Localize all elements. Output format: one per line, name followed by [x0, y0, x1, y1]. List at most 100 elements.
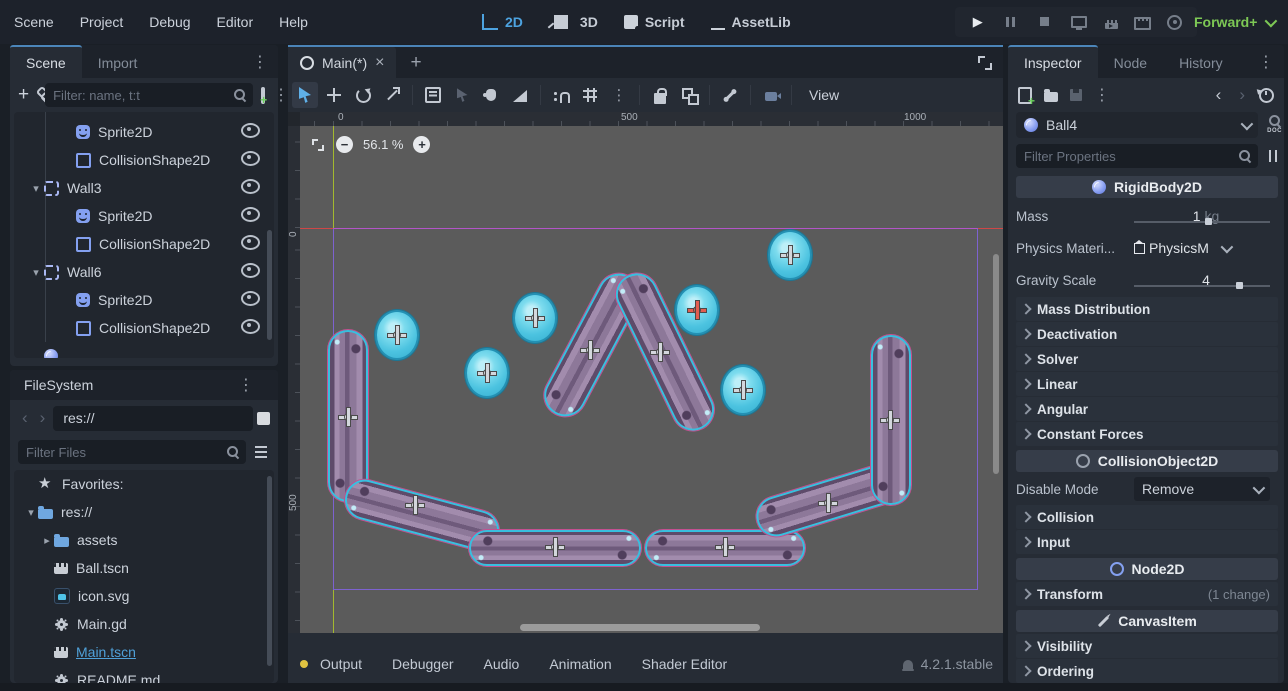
- vertical-ruler[interactable]: 0500: [288, 126, 300, 633]
- group-mass-distribution[interactable]: Mass Distribution: [1016, 297, 1278, 321]
- open-docs-button[interactable]: DOC: [1267, 114, 1282, 134]
- tree-arrow-icon[interactable]: ▾: [28, 266, 44, 279]
- 2d-viewport-canvas[interactable]: − 56.1 % +: [300, 126, 1003, 633]
- bottom-panel-shader-editor[interactable]: Shader Editor: [642, 656, 728, 672]
- bottom-panel-debugger[interactable]: Debugger: [392, 656, 454, 672]
- play-custom-scene-button[interactable]: [1134, 17, 1151, 30]
- stop-button[interactable]: [1036, 13, 1054, 31]
- tree-arrow-icon[interactable]: ▾: [28, 182, 44, 195]
- file-row-assets[interactable]: ▸assets: [14, 526, 274, 554]
- camera-tool-button[interactable]: [758, 82, 784, 108]
- group-linear[interactable]: Linear: [1016, 372, 1278, 396]
- load-resource-button[interactable]: [1044, 92, 1058, 102]
- tree-row[interactable]: [14, 342, 274, 358]
- tree-row-sprite2d[interactable]: Sprite2D: [14, 202, 274, 230]
- slider-track[interactable]: [1134, 221, 1270, 223]
- select-tool-button[interactable]: [292, 82, 318, 108]
- new-resource-button[interactable]: [1018, 87, 1032, 104]
- visibility-eye-icon[interactable]: [241, 263, 260, 281]
- new-scene-tab-button[interactable]: +: [396, 52, 435, 74]
- center-view-icon[interactable]: [310, 137, 326, 153]
- resource-menu-button[interactable]: ⋮: [1094, 85, 1110, 105]
- zoom-out-button[interactable]: −: [336, 136, 353, 153]
- scene-tree-scrollbar[interactable]: [267, 230, 272, 340]
- remote-debug-button[interactable]: [1071, 16, 1087, 28]
- attach-script-button[interactable]: [261, 87, 265, 104]
- dots-tool-button[interactable]: ⋮: [606, 82, 632, 108]
- menu-editor[interactable]: Editor: [217, 14, 254, 30]
- snap-smart-tool-button[interactable]: [548, 82, 574, 108]
- main-screen-3d[interactable]: 3D: [549, 14, 598, 30]
- visibility-eye-icon[interactable]: [241, 235, 260, 253]
- play-scene-button[interactable]: [1105, 20, 1118, 29]
- file-row-res[interactable]: ▾res://: [14, 498, 274, 526]
- filesystem-menu-button[interactable]: ⋮: [228, 375, 264, 395]
- bottom-panel-output[interactable]: Output: [320, 656, 362, 672]
- save-resource-button[interactable]: [1070, 89, 1082, 101]
- visibility-eye-icon[interactable]: [241, 291, 260, 309]
- group-transform[interactable]: Transform(1 change): [1016, 582, 1278, 606]
- path-field[interactable]: res://: [53, 406, 253, 431]
- file-row-ball-tscn[interactable]: Ball.tscn: [14, 554, 274, 582]
- view-menu[interactable]: View: [799, 87, 849, 103]
- snap-grid-tool-button[interactable]: [577, 82, 603, 108]
- scene-filter-input[interactable]: [45, 88, 233, 103]
- pause-button[interactable]: [1002, 13, 1020, 31]
- history-back-button[interactable]: ‹: [1212, 85, 1226, 105]
- inspector-filter-input[interactable]: [1016, 149, 1238, 164]
- vertical-scrollbar[interactable]: [993, 254, 999, 474]
- slider-track[interactable]: [1134, 285, 1270, 287]
- tree-row-collisionshape2d[interactable]: CollisionShape2D: [14, 146, 274, 174]
- file-row-favorites[interactable]: ★Favorites:: [14, 470, 274, 498]
- tree-row-collisionshape2d[interactable]: CollisionShape2D: [14, 230, 274, 258]
- tab-node[interactable]: Node: [1098, 45, 1163, 78]
- tree-row-wall6[interactable]: ▾Wall6: [14, 258, 274, 286]
- filesystem-filter-input[interactable]: [18, 445, 226, 460]
- main-screen-script[interactable]: Script: [624, 14, 685, 30]
- property-value-editor[interactable]: 1kg: [1134, 208, 1278, 224]
- history-forward-button[interactable]: ›: [1235, 85, 1249, 105]
- group-tool-button[interactable]: [676, 82, 702, 108]
- close-icon[interactable]: ×: [375, 54, 384, 72]
- tab-menu-button[interactable]: ⋮: [1248, 52, 1284, 72]
- horizontal-scrollbar[interactable]: [520, 624, 760, 631]
- group-angular[interactable]: Angular: [1016, 397, 1278, 421]
- selected-move-gizmo[interactable]: [686, 299, 708, 321]
- nav-back-button[interactable]: ‹: [18, 408, 32, 428]
- visibility-eye-icon[interactable]: [241, 123, 260, 141]
- tab-scene[interactable]: Scene: [10, 45, 82, 78]
- object-history-icon[interactable]: [1259, 88, 1274, 103]
- visibility-eye-icon[interactable]: [241, 151, 260, 169]
- menu-project[interactable]: Project: [80, 14, 124, 30]
- main-screen-2d[interactable]: 2D: [482, 14, 523, 30]
- sort-files-button[interactable]: [254, 444, 270, 460]
- cursor-dim-tool-button[interactable]: [449, 82, 475, 108]
- category-canvasitem[interactable]: CanvasItem: [1016, 610, 1278, 632]
- zoom-in-button[interactable]: +: [413, 136, 430, 153]
- tab-history[interactable]: History: [1163, 45, 1239, 78]
- group-constant-forces[interactable]: Constant Forces: [1016, 422, 1278, 446]
- horizontal-ruler[interactable]: 05001000: [300, 112, 1003, 126]
- menu-scene[interactable]: Scene: [14, 14, 54, 30]
- category-collisionobject2d[interactable]: CollisionObject2D: [1016, 450, 1278, 472]
- dropdown-disable-mode[interactable]: Remove: [1134, 477, 1270, 501]
- file-row-main-gd[interactable]: Main.gd: [14, 610, 274, 638]
- tab-main-scene[interactable]: Main(*) ×: [288, 47, 396, 78]
- bottom-panel-animation[interactable]: Animation: [549, 656, 611, 672]
- file-row-main-tscn[interactable]: Main.tscn: [14, 638, 274, 666]
- scale-tool-button[interactable]: [379, 82, 405, 108]
- nav-forward-button[interactable]: ›: [36, 408, 50, 428]
- tree-row-sprite2d[interactable]: Sprite2D: [14, 286, 274, 314]
- notifications-bell-icon[interactable]: [903, 660, 913, 669]
- visibility-eye-icon[interactable]: [241, 207, 260, 225]
- tree-row-collisionshape2d[interactable]: CollisionShape2D: [14, 314, 274, 342]
- bone-tool-button[interactable]: [717, 82, 743, 108]
- movie-maker-button[interactable]: [1167, 15, 1182, 30]
- menu-debug[interactable]: Debug: [149, 14, 190, 30]
- slider-handle[interactable]: [1236, 282, 1243, 289]
- play-button[interactable]: ▶: [969, 13, 987, 31]
- resource-picker[interactable]: PhysicsM: [1134, 240, 1278, 256]
- tree-arrow-icon[interactable]: ▸: [40, 534, 54, 547]
- filesystem-scrollbar[interactable]: [267, 476, 272, 666]
- property-tools-button[interactable]: [1266, 149, 1280, 163]
